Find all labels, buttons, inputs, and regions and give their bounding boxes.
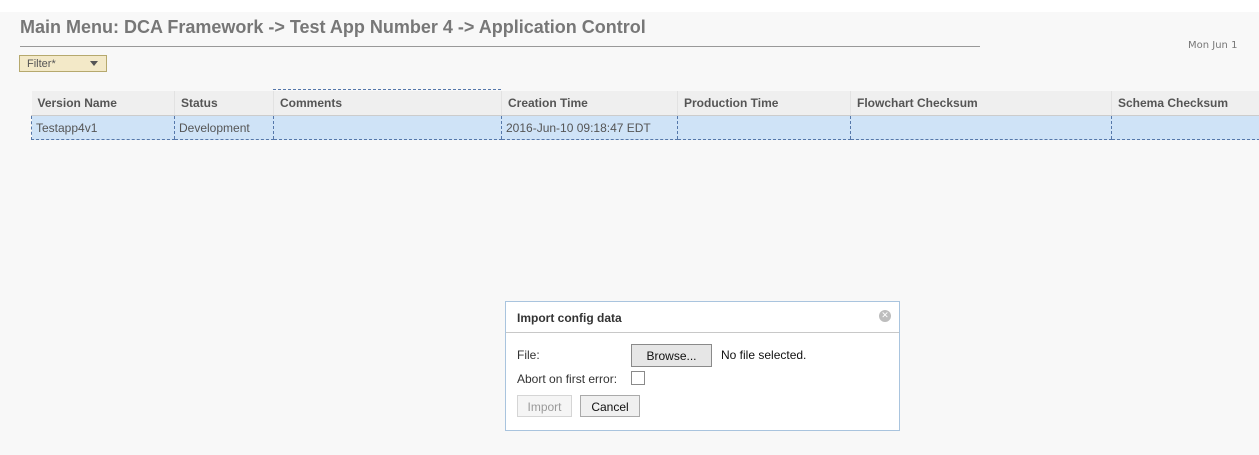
table-row[interactable]: Testapp4v1 Development 2016-Jun-10 09:18… [31, 115, 1259, 140]
cell-schema-checksum[interactable] [1111, 115, 1259, 140]
column-header-flowchart-checksum[interactable]: Flowchart Checksum [850, 91, 1112, 116]
filter-dropdown[interactable]: Filter* [19, 55, 107, 72]
import-config-dialog: Import config data ✕ File: Browse... No … [505, 301, 900, 431]
column-header-version-name[interactable]: Version Name [31, 91, 175, 116]
dialog-header: Import config data ✕ [506, 302, 899, 333]
caret-down-icon [90, 61, 98, 66]
column-header-status[interactable]: Status [174, 91, 274, 116]
column-focus-indicator [273, 89, 501, 90]
page-title: Main Menu: DCA Framework -> Test App Num… [20, 17, 646, 37]
filter-label: Filter* [27, 58, 56, 70]
column-header-production-time[interactable]: Production Time [677, 91, 851, 116]
import-button[interactable]: Import [517, 395, 572, 417]
column-header-creation-time[interactable]: Creation Time [501, 91, 678, 116]
top-strip [0, 0, 1259, 12]
column-header-comments[interactable]: Comments [273, 91, 502, 116]
title-divider [20, 46, 980, 47]
abort-on-error-checkbox[interactable] [631, 371, 645, 385]
cell-creation-time[interactable]: 2016-Jun-10 09:18:47 EDT [501, 115, 678, 140]
file-label: File: [517, 348, 540, 362]
close-icon[interactable]: ✕ [879, 310, 891, 322]
abort-on-error-label: Abort on first error: [517, 372, 618, 386]
table-header-row: Version Name Status Comments Creation Ti… [31, 91, 1259, 116]
cell-flowchart-checksum[interactable] [850, 115, 1112, 140]
cell-production-time[interactable] [677, 115, 851, 140]
date-label: Mon Jun 1 [1188, 40, 1238, 51]
cancel-button[interactable]: Cancel [580, 395, 640, 417]
cell-status[interactable]: Development [174, 115, 274, 140]
no-file-status: No file selected. [721, 348, 807, 362]
cell-comments[interactable] [273, 115, 502, 140]
versions-table: Version Name Status Comments Creation Ti… [31, 91, 1259, 140]
dialog-title: Import config data [517, 311, 622, 325]
browse-button[interactable]: Browse... [631, 344, 712, 367]
column-header-schema-checksum[interactable]: Schema Checksum [1111, 91, 1259, 116]
cell-version-name[interactable]: Testapp4v1 [31, 115, 175, 140]
